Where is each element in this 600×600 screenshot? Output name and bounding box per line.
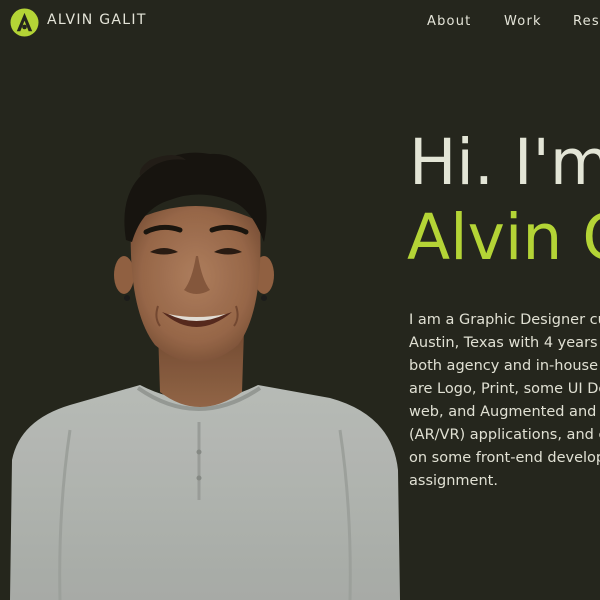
- nav-link-work[interactable]: Work: [504, 14, 542, 29]
- bio-paragraph: I am a Graphic Designer cu Austin, Texas…: [409, 309, 600, 493]
- bio-line: web, and Augmented and: [409, 404, 597, 420]
- bio-line: Austin, Texas with 4 years c: [409, 335, 600, 351]
- hero-name: Alvin G: [407, 201, 600, 274]
- bio-line: both agency and in-house: [409, 358, 598, 374]
- nav-link-resume[interactable]: Resu: [573, 14, 600, 29]
- portrait-photo: [0, 130, 400, 600]
- bio-line: on some front-end develop: [409, 450, 600, 466]
- hero-greeting: Hi. I'm: [409, 126, 600, 199]
- brand-name[interactable]: ALVIN GALIT: [47, 12, 147, 28]
- bio-line: I am a Graphic Designer cu: [409, 312, 600, 328]
- bio-line: (AR/VR) applications, and c: [409, 427, 600, 443]
- nav-link-about[interactable]: About: [427, 14, 471, 29]
- bio-line: are Logo, Print, some UI De: [409, 381, 600, 397]
- alvin-galit-logo-icon[interactable]: [10, 8, 39, 37]
- site-header: ALVIN GALIT About Work Resu: [0, 0, 600, 46]
- page: ALVIN GALIT About Work Resu: [0, 0, 600, 600]
- bio-line: assignment.: [409, 473, 498, 489]
